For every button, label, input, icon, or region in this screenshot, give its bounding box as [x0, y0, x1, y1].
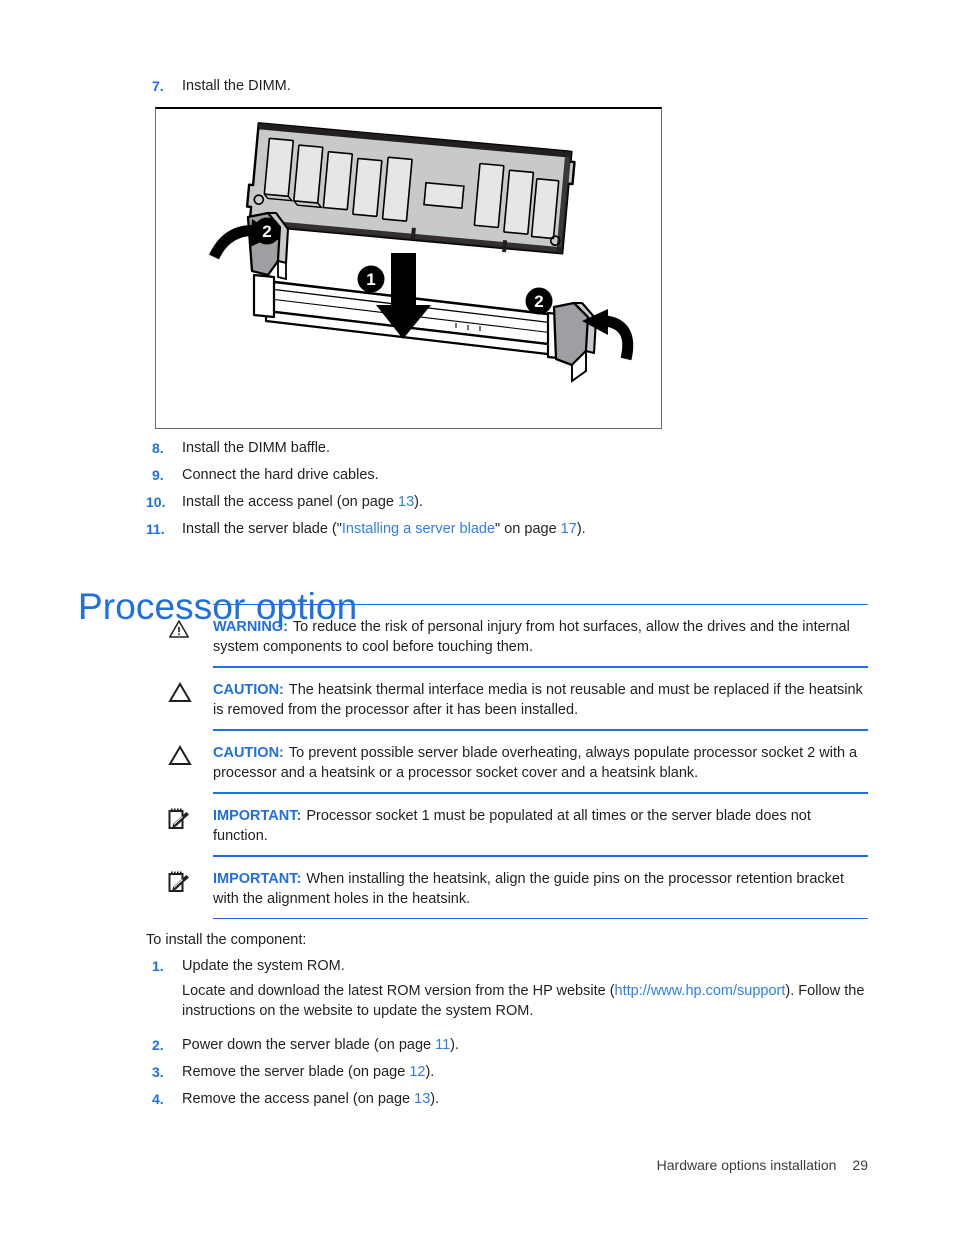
notice-label: CAUTION: [213, 682, 284, 698]
list-item: 9. Connect the hard drive cables. [146, 465, 906, 485]
notice-body: CAUTION: To prevent possible server blade… [213, 743, 868, 783]
list-item-text: Install the server blade ("Installing a … [182, 519, 586, 539]
callout-2-left: 2 [253, 217, 281, 245]
notice-caution-overheating: CAUTION: To prevent possible server blade… [168, 730, 868, 793]
important-notepad-pencil-icon [168, 806, 213, 830]
notice-warning: WARNING: To reduce the risk of personal i… [168, 604, 868, 667]
list-item-subparagraph: Locate and download the latest ROM versi… [182, 981, 892, 1021]
dimm-module [245, 122, 576, 255]
document-page: 7. Install the DIMM. 2 1 2 8. Install th… [0, 0, 954, 1235]
notice-rule-top [213, 730, 868, 731]
list-item-text-lead: Remove the access panel (on page [182, 1091, 415, 1107]
page-reference-link[interactable]: 13 [414, 1091, 430, 1107]
notice-rule-top [213, 604, 868, 605]
list-item-text: Install the access panel (on page 13). [182, 492, 423, 512]
subparagraph-lead: Locate and download the latest ROM versi… [182, 983, 615, 999]
list-item: 11. Install the server blade ("Installin… [146, 519, 906, 539]
list-item: 8. Install the DIMM baffle. [146, 438, 906, 458]
step-list-after-figure: 8. Install the DIMM baffle. 9. Connect t… [146, 438, 906, 546]
notice-list: WARNING: To reduce the risk of personal i… [168, 604, 868, 919]
list-item-number: 7. [152, 78, 164, 94]
list-item: 4. Remove the access panel (on page 13). [146, 1089, 906, 1109]
notice-text: To reduce the risk of personal injury fr… [213, 619, 850, 655]
list-item: 3. Remove the server blade (on page 12). [146, 1062, 906, 1082]
page-reference-link[interactable]: 12 [409, 1064, 425, 1080]
list-item-text-lead: Remove the server blade (on page [182, 1064, 410, 1080]
dimm-installation-figure: 2 1 2 [155, 107, 662, 429]
notice-label: IMPORTANT: [213, 871, 302, 887]
hp-support-url-link[interactable]: http://www.hp.com/support [615, 983, 786, 999]
list-item-number: 11. [146, 521, 165, 537]
list-item-text-tail: ). [430, 1091, 440, 1107]
callout-2-right: 2 [525, 287, 553, 315]
list-item-text-lead: Update the system ROM. [182, 958, 345, 974]
list-item: 1. Update the system ROM. Locate and dow… [146, 956, 906, 1028]
page-reference-link[interactable]: 17 [561, 521, 577, 537]
list-item-number: 9. [152, 467, 164, 483]
list-item-text-lead: Install the access panel (on page [182, 494, 399, 510]
svg-text:2: 2 [534, 292, 543, 311]
notice-body: IMPORTANT: When installing the heatsink, … [213, 869, 868, 909]
notice-text: To prevent possible server blade overhea… [213, 745, 858, 781]
page-reference-link[interactable]: 11 [435, 1037, 450, 1053]
notice-rule-top [213, 793, 868, 794]
socket-latch-right [552, 301, 598, 383]
list-item-text-lead: Install the server blade (" [182, 521, 342, 537]
list-item-text: Update the system ROM. Locate and downlo… [182, 956, 892, 1028]
footer-page-number: 29 [852, 1157, 868, 1173]
callout-1: 1 [357, 265, 385, 293]
notice-important-socket1: IMPORTANT: Processor socket 1 must be pop… [168, 793, 868, 856]
list-item-number: 8. [152, 440, 164, 456]
page-reference-link[interactable]: 13 [398, 494, 414, 510]
list-item-text-lead: Power down the server blade (on page [182, 1037, 436, 1053]
list-item-text-tail: ). [576, 521, 586, 537]
dimm-illustration: 2 1 2 [209, 122, 634, 383]
notice-rule-top [213, 667, 868, 668]
important-notepad-pencil-icon [168, 869, 213, 893]
list-item-text-mid: " on page [495, 521, 561, 537]
notice-text: The heatsink thermal interface media is … [213, 682, 863, 718]
notice-text: When installing the heatsink, align the … [213, 871, 844, 907]
list-item-text-tail: ). [414, 494, 424, 510]
list-item-number: 1. [152, 958, 164, 974]
notice-body: IMPORTANT: Processor socket 1 must be pop… [213, 806, 868, 846]
footer-section-title: Hardware options installation [656, 1157, 837, 1173]
list-item: 10. Install the access panel (on page 13… [146, 492, 906, 512]
cross-reference-link[interactable]: Installing a server blade [342, 521, 495, 537]
notice-label: CAUTION: [213, 745, 284, 761]
caution-triangle-icon [168, 743, 213, 766]
list-item-text: Install the DIMM. [182, 78, 291, 94]
notice-caution-thermal-media: CAUTION: The heatsink thermal interface m… [168, 667, 868, 730]
list-item-number: 2. [152, 1037, 164, 1053]
list-item-text: Remove the server blade (on page 12). [182, 1062, 434, 1082]
list-item-text-tail: ). [425, 1064, 435, 1080]
notice-body: CAUTION: The heatsink thermal interface m… [213, 680, 868, 720]
list-item-text: Power down the server blade (on page 11)… [182, 1035, 459, 1055]
svg-text:1: 1 [366, 270, 375, 289]
list-item-number: 10. [146, 494, 166, 510]
list-item-text-tail: ). [450, 1037, 460, 1053]
notice-rule-bottom [213, 918, 868, 919]
notice-important-guide-pins: IMPORTANT: When installing the heatsink, … [168, 856, 868, 919]
notice-text: Processor socket 1 must be populated at … [213, 808, 811, 844]
list-item-text: Install the DIMM baffle. [182, 440, 331, 456]
notice-label: IMPORTANT: [213, 808, 302, 824]
list-item: 7. Install the DIMM. [146, 76, 846, 96]
list-item: 2. Power down the server blade (on page … [146, 1035, 906, 1055]
svg-text:2: 2 [262, 222, 271, 241]
list-item-number: 3. [152, 1064, 164, 1080]
notice-rule-top [213, 856, 868, 857]
list-item-text: Remove the access panel (on page 13). [182, 1089, 439, 1109]
warning-triangle-exclamation-icon [168, 617, 213, 639]
step-list-bottom: 1. Update the system ROM. Locate and dow… [146, 956, 906, 1116]
notice-body: WARNING: To reduce the risk of personal i… [213, 617, 868, 657]
list-item-number: 4. [152, 1091, 164, 1107]
caution-triangle-icon [168, 680, 213, 703]
step-list-top: 7. Install the DIMM. [146, 76, 846, 103]
notice-label: WARNING: [213, 619, 288, 635]
list-item-text: Connect the hard drive cables. [182, 467, 379, 483]
page-footer: Hardware options installation 29 [0, 1157, 868, 1173]
lead-in-text: To install the component: [146, 932, 307, 948]
